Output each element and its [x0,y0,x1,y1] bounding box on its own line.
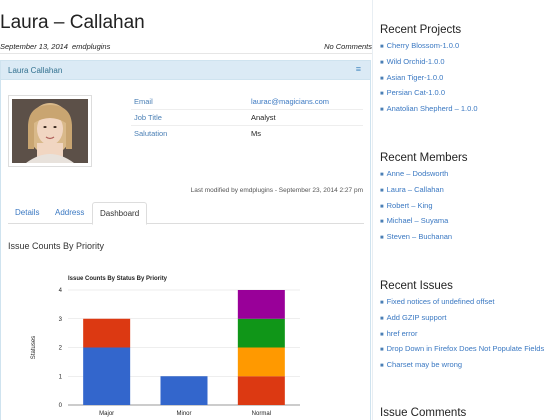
recent-members-list: ■ Anne – Dodsworth ■ Laura – Callahan ■ Rob… [380,169,558,248]
x-tick-label: Minor [176,411,191,417]
list-item: ■ Charset may be wrong [380,360,558,376]
x-tick-label: Major [99,411,114,417]
y-tick-label: 3 [59,317,63,323]
issue-link[interactable]: href error [387,329,418,338]
page-title: Laura – Callahan [0,12,145,33]
project-link[interactable]: Asian Tiger-1.0.0 [387,73,444,82]
list-item: ■ Cherry Blossom-1.0.0 [380,41,558,57]
main-content: Laura – Callahan September 13, 2014 emdp… [0,0,372,420]
y-axis-label: Statuses [31,336,37,359]
member-link[interactable]: Anne – Dodsworth [387,169,449,178]
list-item: ■ Persian Cat-1.0.0 [380,88,558,104]
issue-chart: Issue Counts By Status By Priority 0 1 2 3 4 S… [31,276,300,417]
recent-issues-title: Recent Issues [380,280,453,292]
chart-bar [83,318,131,348]
recent-projects-title: Recent Projects [380,24,462,36]
bullet-icon: ■ [380,219,384,226]
member-link[interactable]: Robert – King [387,201,433,210]
project-link[interactable]: Anatolian Shepherd – 1.0.0 [387,104,478,113]
row-divider [131,109,363,110]
salutation-label: Salutation [134,129,168,138]
y-tick-label: 4 [59,288,63,294]
project-link[interactable]: Persian Cat-1.0.0 [387,88,445,97]
list-item: ■ Fixed notices of undefined offset [380,297,558,313]
job-title-value: Analyst [251,113,276,122]
list-item: ■ Michael – Suyama [380,216,558,232]
list-item: ■ Asian Tiger-1.0.0 [380,73,558,89]
recent-issues-list: ■ Fixed notices of undefined offset ■ Add … [380,297,558,376]
recent-projects-list: ■ Cherry Blossom-1.0.0 ■ Wild Orchid-1.0.0… [380,41,558,120]
list-item: ■ href error [380,329,558,345]
y-tick-label: 1 [59,374,63,380]
list-item: ■ Drop Down in Firefox Does Not Populate … [380,344,558,360]
hamburger-icon[interactable]: ≡ [356,64,361,74]
list-item: ■ Laura – Callahan [380,185,558,201]
bullet-icon: ■ [380,315,384,322]
chart-title: Issue Counts By Status By Priority [68,276,168,282]
list-item: ■ Wild Orchid-1.0.0 [380,57,558,73]
bullet-icon: ■ [380,44,384,50]
bullet-icon: ■ [380,91,384,98]
list-item: ■ Robert – King [380,201,558,217]
bullet-icon: ■ [380,203,384,210]
list-item: ■ Anne – Dodsworth [380,169,558,185]
chart-bar [237,347,285,377]
member-link[interactable]: Steven – Buchanan [387,232,452,241]
issue-link[interactable]: Charset may be wrong [387,360,462,369]
last-modified: Last modified by emdplugins - September … [190,187,363,194]
y-tick-label: 0 [59,403,63,409]
avatar [12,99,88,163]
email-label: Email [134,97,153,106]
list-item: ■ Anatolian Shepherd – 1.0.0 [380,104,558,120]
x-tick-label: Normal [252,411,271,417]
salutation-value: Ms [251,129,261,138]
bullet-icon: ■ [380,363,384,370]
comments-link[interactable]: No Comments [324,42,372,51]
y-tick-label: 2 [59,346,63,352]
avatar-frame [8,95,92,167]
project-link[interactable]: Wild Orchid-1.0.0 [387,57,445,66]
bullet-icon: ■ [380,107,384,114]
bullet-icon: ■ [380,187,384,194]
panel-header: Laura Callahan ≡ [1,61,370,80]
post-date: September 13, 2014 [0,42,68,51]
chart-bar [237,376,285,405]
row-divider [131,125,363,126]
post-author[interactable]: emdplugins [72,42,110,51]
job-title-label: Job Title [134,113,162,122]
project-link[interactable]: Cherry Blossom-1.0.0 [387,41,460,50]
sidebar: Recent Projects ■ Cherry Blossom-1.0.0 ■ W… [372,0,560,420]
issue-link[interactable]: Drop Down in Firefox Does Not Populate F… [387,344,545,353]
member-link[interactable]: Michael – Suyama [387,216,449,225]
issue-link[interactable]: Add GZIP support [387,313,447,322]
chart-bar [237,318,285,348]
bullet-icon: ■ [380,347,384,354]
bullet-icon: ■ [380,331,384,338]
list-item: ■ Steven – Buchanan [380,232,558,248]
bullet-icon: ■ [380,59,384,66]
issue-link[interactable]: Fixed notices of undefined offset [387,297,495,306]
chart-bar [160,376,208,405]
panel-title: Laura Callahan [8,66,63,75]
recent-members-title: Recent Members [380,152,468,164]
list-item: ■ Add GZIP support [380,313,558,329]
email-value[interactable]: laurac@magicians.com [251,97,329,106]
bullet-icon: ■ [380,172,384,178]
member-link[interactable]: Laura – Callahan [387,185,444,194]
bullet-icon: ■ [380,300,384,306]
meta-divider [0,53,372,54]
bullet-icon: ■ [380,75,384,82]
chart-bar [237,290,285,319]
chart-bar [83,347,131,405]
bullet-icon: ■ [380,235,384,242]
issue-comments-title: Issue Comments [380,407,467,419]
